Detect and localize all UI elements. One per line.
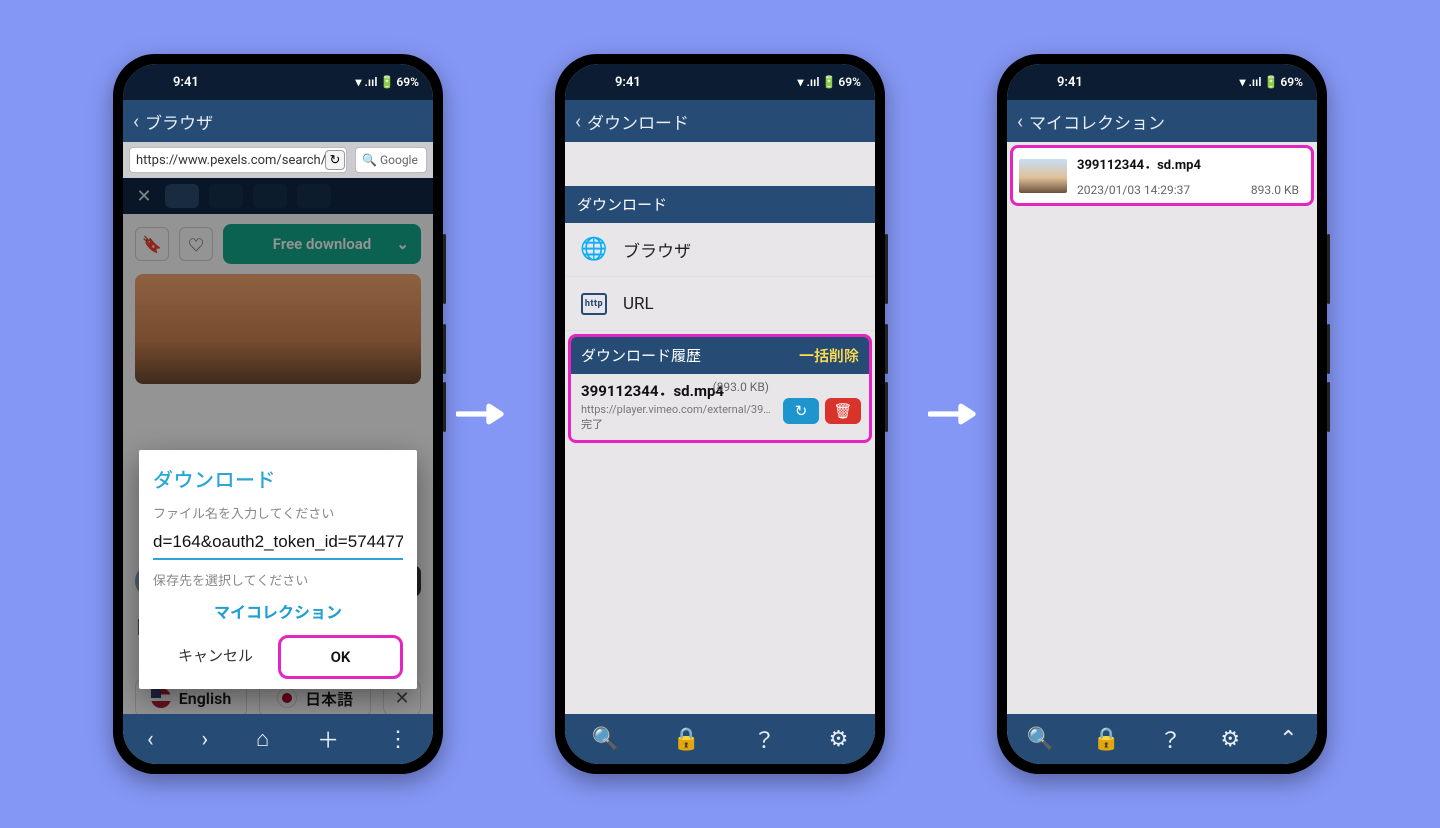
collection-page: 399112344．sd.mp4 2023/01/03 14:29:37 893…	[1007, 142, 1317, 714]
globe-icon: 🌐	[579, 235, 609, 265]
screen-title: ブラウザ	[145, 109, 213, 134]
bottom-nav: ‹ › ⌂ ＋ ⋮	[123, 714, 433, 764]
section-history: ダウンロード履歴 一括削除	[571, 337, 869, 374]
volume-up-button[interactable]	[885, 324, 888, 374]
history-size: (893.0 KB)	[713, 380, 769, 394]
clock: 9:41	[173, 75, 199, 90]
refresh-icon[interactable]: ↻	[783, 398, 819, 424]
volume-up-button[interactable]	[443, 324, 446, 374]
nav-up-icon[interactable]: ⌃	[1279, 727, 1297, 752]
screen-title: ダウンロード	[587, 109, 689, 134]
phones-row: 9:41 ▾ .ııl 🔋 69% ‹ ブラウザ https://www.pex…	[0, 0, 1440, 828]
battery-icon: 🔋	[821, 75, 836, 89]
filename-label: ファイル名を入力してください	[153, 503, 403, 522]
ok-button[interactable]: OK	[278, 635, 403, 679]
trash-icon[interactable]: 🗑	[825, 398, 861, 424]
history-box: ダウンロード履歴 一括削除 399112344．sd.mp4 (893.0 KB…	[568, 334, 872, 443]
power-button[interactable]	[885, 234, 888, 304]
nav-forward-icon[interactable]: ›	[201, 727, 208, 752]
destination-mycollection[interactable]: マイコレクション	[153, 589, 403, 629]
row-browser[interactable]: 🌐 ブラウザ	[565, 223, 875, 277]
nav-lock-icon[interactable]: 🔒	[672, 727, 699, 752]
google-search-box[interactable]: 🔍 Google	[355, 147, 427, 173]
nav-back-icon[interactable]: ‹	[147, 727, 154, 752]
nav-settings-icon[interactable]: ⚙	[1220, 727, 1240, 752]
power-button[interactable]	[1327, 234, 1330, 304]
status-right: ▾ .ııl 🔋 69%	[1240, 75, 1303, 89]
back-icon[interactable]: ‹	[1017, 109, 1023, 133]
phone-2: 9:41 ▾ .ııl 🔋 69% ‹ ダウンロード ダウンロード 🌐 ブラ	[555, 54, 885, 774]
screen-title: マイコレクション	[1029, 109, 1165, 134]
status-bar: 9:41 ▾ .ııl 🔋 69%	[1007, 64, 1317, 100]
nav-add-icon[interactable]: ＋	[317, 723, 339, 755]
nav-search-icon[interactable]: 🔍	[592, 727, 619, 752]
volume-down-button[interactable]	[443, 382, 446, 432]
bottom-nav: 🔍 🔒 ？ ⚙	[565, 714, 875, 764]
status-right: ▾ .ııl 🔋 69%	[356, 75, 419, 89]
http-icon: http	[579, 289, 609, 319]
nav-help-icon[interactable]: ？	[753, 723, 775, 755]
clock: 9:41	[615, 75, 641, 90]
url-field[interactable]: https://www.pexels.com/search/vi	[129, 147, 347, 173]
battery-icon: 🔋	[379, 75, 394, 89]
history-item[interactable]: 399112344．sd.mp4 (893.0 KB) https://play…	[571, 374, 869, 440]
web-page: ✕ 🔖 ♡ Free download ⌄	[123, 178, 433, 714]
collection-item[interactable]: 399112344．sd.mp4 2023/01/03 14:29:37 893…	[1010, 145, 1314, 206]
phone-3: 9:41 ▾ .ııl 🔋 69% ‹ マイコレクション 399112344．s…	[997, 54, 1327, 774]
title-bar: ‹ ブラウザ	[123, 100, 433, 142]
bottom-nav: 🔍 🔒 ？ ⚙ ⌃	[1007, 714, 1317, 764]
section-download: ダウンロード	[565, 186, 875, 223]
back-icon[interactable]: ‹	[575, 109, 581, 133]
arrow-icon	[456, 400, 508, 428]
status-bar: 9:41 ▾ .ııl 🔋 69%	[565, 64, 875, 100]
row-url[interactable]: http URL	[565, 277, 875, 331]
power-button[interactable]	[443, 234, 446, 304]
back-icon[interactable]: ‹	[133, 109, 139, 133]
reload-icon[interactable]: ↻	[325, 150, 345, 170]
nav-search-icon[interactable]: 🔍	[1027, 727, 1054, 752]
collection-filename: 399112344．sd.mp4	[1077, 154, 1305, 173]
filename-input[interactable]	[153, 526, 403, 560]
status-bar: 9:41 ▾ .ııl 🔋 69%	[123, 64, 433, 100]
volume-down-button[interactable]	[1327, 382, 1330, 432]
collection-size: 893.0 KB	[1251, 183, 1299, 197]
title-bar: ‹ ダウンロード	[565, 100, 875, 142]
history-url: https://player.vimeo.com/external/399112…	[581, 403, 771, 416]
clock: 9:41	[1057, 75, 1083, 90]
bulk-delete-button[interactable]: 一括削除	[799, 345, 859, 366]
volume-up-button[interactable]	[1327, 324, 1330, 374]
cancel-button[interactable]: キャンセル	[153, 635, 278, 679]
title-bar: ‹ マイコレクション	[1007, 100, 1317, 142]
phone-1: 9:41 ▾ .ııl 🔋 69% ‹ ブラウザ https://www.pex…	[113, 54, 443, 774]
signal-icon: ▾ .ııl	[798, 75, 820, 89]
nav-home-icon[interactable]: ⌂	[256, 726, 269, 752]
battery-percent: 69%	[396, 75, 419, 89]
dialog-title: ダウンロード	[153, 464, 403, 493]
battery-percent: 69%	[838, 75, 861, 89]
destination-label: 保存先を選択してください	[153, 570, 403, 589]
nav-help-icon[interactable]: ？	[1159, 723, 1181, 755]
nav-settings-icon[interactable]: ⚙	[829, 727, 849, 752]
volume-down-button[interactable]	[885, 382, 888, 432]
battery-percent: 69%	[1280, 75, 1303, 89]
download-dialog: ダウンロード ファイル名を入力してください 保存先を選択してください マイコレク…	[139, 450, 417, 689]
battery-icon: 🔋	[1263, 75, 1278, 89]
arrow-icon	[928, 400, 980, 428]
search-icon: 🔍	[362, 153, 377, 167]
nav-menu-icon[interactable]: ⋮	[387, 727, 409, 752]
signal-icon: ▾ .ııl	[1240, 75, 1262, 89]
download-page: ダウンロード 🌐 ブラウザ http URL ダウンロード履歴 一括削除	[565, 142, 875, 714]
video-thumbnail	[1019, 159, 1067, 193]
nav-lock-icon[interactable]: 🔒	[1093, 727, 1120, 752]
status-right: ▾ .ııl 🔋 69%	[798, 75, 861, 89]
signal-icon: ▾ .ııl	[356, 75, 378, 89]
address-bar: https://www.pexels.com/search/vi ↻ 🔍 Goo…	[123, 142, 433, 178]
